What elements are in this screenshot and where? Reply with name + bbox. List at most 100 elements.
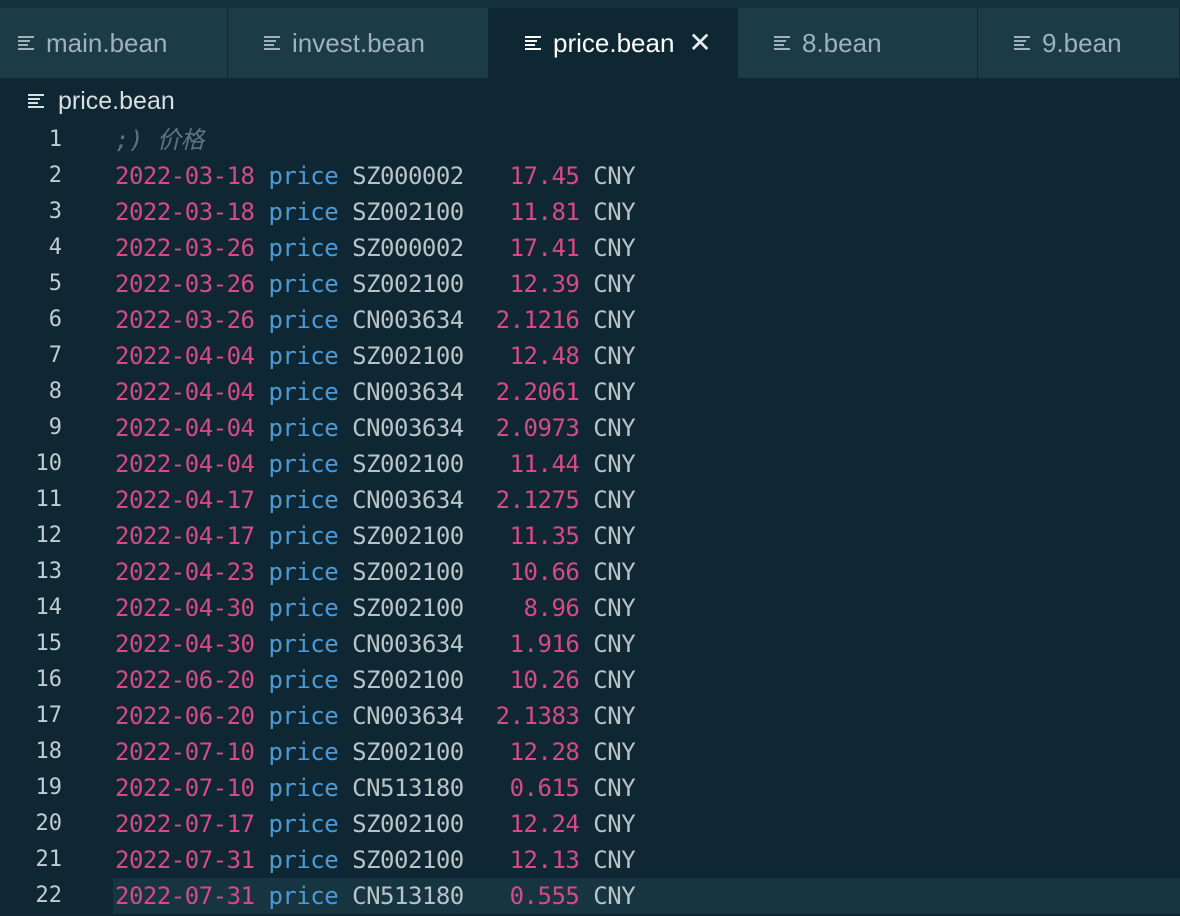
commodity-symbol: CN003634	[352, 414, 464, 442]
code-line[interactable]: 1 ;) 价格	[0, 122, 1180, 158]
line-number: 10	[35, 451, 63, 476]
commodity-symbol: CN003634	[352, 630, 464, 658]
commodity-symbol: CN003634	[352, 378, 464, 406]
code-line[interactable]: 18 2022-07-10 price SZ002100 12.28 CNY	[0, 734, 1180, 770]
line-number: 20	[35, 811, 63, 836]
tab-9-bean[interactable]: 9.bean	[978, 8, 1180, 78]
date-token: 2022-07-31	[115, 882, 255, 910]
price-amount: 17.41	[509, 234, 580, 262]
directive-keyword: price	[268, 630, 339, 658]
date-token: 2022-04-17	[115, 486, 255, 514]
code-line[interactable]: 19 2022-07-10 price CN513180 0.615 CNY	[0, 770, 1180, 806]
date-token: 2022-06-20	[115, 666, 255, 694]
price-amount: 12.39	[509, 270, 580, 298]
price-amount: 2.1275	[495, 486, 580, 514]
currency-code: CNY	[593, 846, 636, 874]
window-top-strip	[0, 0, 1180, 8]
currency-code: CNY	[593, 666, 636, 694]
directive-keyword: price	[268, 846, 339, 874]
price-amount: 2.1216	[495, 306, 580, 334]
code-line[interactable]: 16 2022-06-20 price SZ002100 10.26 CNY	[0, 662, 1180, 698]
date-token: 2022-03-26	[115, 234, 255, 262]
date-token: 2022-04-30	[115, 630, 255, 658]
date-token: 2022-03-26	[115, 270, 255, 298]
tab-label: main.bean	[46, 27, 168, 58]
currency-code: CNY	[593, 882, 636, 910]
price-amount: 10.66	[509, 558, 580, 586]
date-token: 2022-06-20	[115, 702, 255, 730]
currency-code: CNY	[593, 234, 636, 262]
code-line[interactable]: 22 2022-07-31 price CN513180 0.555 CNY	[0, 878, 1180, 914]
commodity-symbol: CN003634	[352, 306, 464, 334]
date-token: 2022-03-18	[115, 198, 255, 226]
line-number: 1	[48, 127, 62, 152]
currency-code: CNY	[593, 522, 636, 550]
file-lines-icon	[264, 36, 280, 50]
currency-code: CNY	[593, 198, 636, 226]
code-line[interactable]: 17 2022-06-20 price CN003634 2.1383 CNY	[0, 698, 1180, 734]
commodity-symbol: SZ002100	[352, 450, 464, 478]
code-text: 2022-07-31 price CN513180 0.555 CNY	[115, 878, 636, 914]
currency-code: CNY	[593, 702, 636, 730]
price-amount: 11.35	[509, 522, 580, 550]
tab-main-bean[interactable]: main.bean	[0, 8, 228, 78]
code-line[interactable]: 9 2022-04-04 price CN003634 2.0973 CNY	[0, 410, 1180, 446]
directive-keyword: price	[268, 234, 339, 262]
code-line[interactable]: 6 2022-03-26 price CN003634 2.1216 CNY	[0, 302, 1180, 338]
code-line[interactable]: 7 2022-04-04 price SZ002100 12.48 CNY	[0, 338, 1180, 374]
price-amount: 1.916	[509, 630, 580, 658]
file-lines-icon	[18, 36, 34, 50]
code-line[interactable]: 11 2022-04-17 price CN003634 2.1275 CNY	[0, 482, 1180, 518]
code-line[interactable]: 8 2022-04-04 price CN003634 2.2061 CNY	[0, 374, 1180, 410]
date-token: 2022-04-17	[115, 522, 255, 550]
commodity-symbol: SZ002100	[352, 846, 464, 874]
commodity-symbol: SZ002100	[352, 738, 464, 766]
tab-label: 8.bean	[802, 27, 882, 58]
currency-code: CNY	[593, 738, 636, 766]
currency-code: CNY	[593, 630, 636, 658]
code-line[interactable]: 4 2022-03-26 price SZ000002 17.41 CNY	[0, 230, 1180, 266]
line-number: 12	[35, 523, 63, 548]
tab-label: invest.bean	[292, 27, 425, 58]
code-editor[interactable]: 1 ;) 价格 2 2022-03-18 price SZ000002 17.45 CN…	[0, 122, 1180, 914]
code-line[interactable]: 15 2022-04-30 price CN003634 1.916 CNY	[0, 626, 1180, 662]
tab-price-bean[interactable]: price.bean ✕	[489, 8, 738, 78]
line-number: 19	[35, 775, 63, 800]
directive-keyword: price	[268, 198, 339, 226]
close-icon[interactable]: ✕	[688, 29, 711, 57]
breadcrumb[interactable]: price.bean	[28, 86, 175, 116]
date-token: 2022-04-04	[115, 450, 255, 478]
tab-invest-bean[interactable]: invest.bean	[228, 8, 489, 78]
code-line[interactable]: 14 2022-04-30 price SZ002100 8.96 CNY	[0, 590, 1180, 626]
commodity-symbol: SZ000002	[352, 162, 464, 190]
code-text: 2022-03-26 price SZ002100 12.39 CNY	[115, 266, 636, 302]
code-line[interactable]: 20 2022-07-17 price SZ002100 12.24 CNY	[0, 806, 1180, 842]
code-line[interactable]: 2 2022-03-18 price SZ000002 17.45 CNY	[0, 158, 1180, 194]
currency-code: CNY	[593, 810, 636, 838]
price-amount: 11.81	[509, 198, 580, 226]
code-line[interactable]: 10 2022-04-04 price SZ002100 11.44 CNY	[0, 446, 1180, 482]
currency-code: CNY	[593, 414, 636, 442]
currency-code: CNY	[593, 162, 636, 190]
tab-8-bean[interactable]: 8.bean	[738, 8, 978, 78]
code-line[interactable]: 3 2022-03-18 price SZ002100 11.81 CNY	[0, 194, 1180, 230]
price-amount: 10.26	[509, 666, 580, 694]
line-number: 14	[35, 595, 63, 620]
directive-keyword: price	[268, 486, 339, 514]
code-line[interactable]: 12 2022-04-17 price SZ002100 11.35 CNY	[0, 518, 1180, 554]
code-text: 2022-04-04 price CN003634 2.0973 CNY	[115, 410, 636, 446]
tab-label: 9.bean	[1042, 27, 1122, 58]
code-text: 2022-04-04 price SZ002100 11.44 CNY	[115, 446, 636, 482]
code-line[interactable]: 13 2022-04-23 price SZ002100 10.66 CNY	[0, 554, 1180, 590]
code-line[interactable]: 5 2022-03-26 price SZ002100 12.39 CNY	[0, 266, 1180, 302]
code-text: 2022-03-26 price CN003634 2.1216 CNY	[115, 302, 636, 338]
price-amount: 0.555	[509, 882, 580, 910]
date-token: 2022-07-10	[115, 738, 255, 766]
commodity-symbol: CN513180	[352, 774, 464, 802]
code-line[interactable]: 21 2022-07-31 price SZ002100 12.13 CNY	[0, 842, 1180, 878]
code-text: 2022-07-31 price SZ002100 12.13 CNY	[115, 842, 636, 878]
code-text: 2022-04-17 price CN003634 2.1275 CNY	[115, 482, 636, 518]
commodity-symbol: SZ002100	[352, 558, 464, 586]
tab-label: price.bean	[553, 27, 675, 58]
breadcrumb-file-label: price.bean	[58, 86, 175, 115]
